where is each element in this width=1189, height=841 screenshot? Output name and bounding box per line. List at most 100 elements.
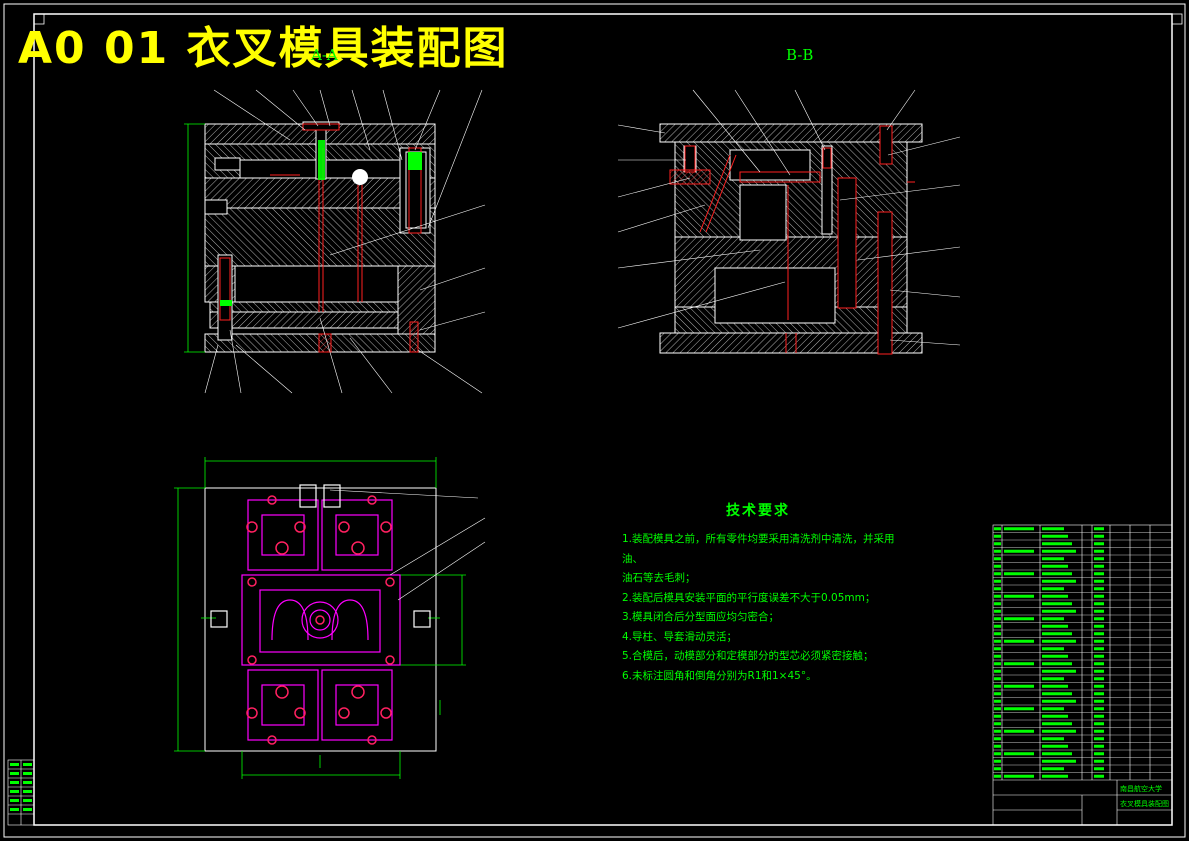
parts-list-text-mark xyxy=(1094,639,1104,643)
parts-list-text-mark xyxy=(1042,579,1076,583)
parts-list-text-mark xyxy=(994,684,1001,688)
parts-list-text-mark xyxy=(1042,609,1076,613)
parts-list-text-mark xyxy=(1094,669,1104,673)
parts-list-text-mark xyxy=(994,609,1001,613)
parts-list-text-mark xyxy=(1042,639,1076,643)
parts-list-text-mark xyxy=(1042,677,1064,681)
parts-list-text-mark xyxy=(1042,534,1068,538)
assembly-drawing xyxy=(3,3,1186,838)
parts-list-text-mark xyxy=(994,572,1001,576)
drawing-title: A0 01 衣叉模具装配图 xyxy=(18,23,509,74)
parts-list-text-mark xyxy=(1042,714,1068,718)
parts-list-text-mark xyxy=(994,707,1001,711)
parts-list-text-mark xyxy=(1042,549,1076,553)
parts-list-text-mark xyxy=(994,587,1001,591)
parts-list-text-mark xyxy=(1004,527,1034,531)
parts-list-text-mark xyxy=(1094,594,1104,598)
parts-list-text-mark xyxy=(1042,767,1064,771)
parts-list-text-mark xyxy=(994,617,1001,621)
parts-list-text-mark xyxy=(1042,662,1072,666)
parts-list-text-mark xyxy=(994,759,1001,763)
section-aa-label: A-A xyxy=(311,46,338,64)
parts-list-text-mark xyxy=(994,639,1001,643)
parts-list-text-mark xyxy=(1042,707,1064,711)
parts-list-text-mark xyxy=(994,714,1001,718)
parts-list-text-mark xyxy=(1004,639,1034,643)
parts-list-text-mark xyxy=(1042,692,1072,696)
parts-list-text-mark xyxy=(1042,527,1064,531)
parts-list-text-mark xyxy=(1094,774,1104,778)
parts-list-text-mark xyxy=(1094,707,1104,711)
title-block-university: 南昌航空大学 xyxy=(1120,785,1162,793)
parts-list-text-mark xyxy=(1094,564,1104,568)
parts-list-text-mark xyxy=(994,767,1001,771)
parts-list-text-mark xyxy=(1042,669,1076,673)
parts-list-text-mark xyxy=(1094,624,1104,628)
parts-list-text-mark xyxy=(1094,744,1104,748)
requirement-item: 5.合模后，动模部分和定模部分的型芯必须紧密接触； xyxy=(622,650,874,662)
parts-list-text-mark xyxy=(994,594,1001,598)
parts-list-text-mark xyxy=(1094,617,1104,621)
parts-list-text-mark xyxy=(994,542,1001,546)
parts-list-text-mark xyxy=(1094,692,1104,696)
parts-list-text-mark xyxy=(1042,722,1072,726)
parts-list-text-mark xyxy=(994,557,1001,561)
plan-view xyxy=(174,457,486,779)
parts-list-text-mark xyxy=(994,549,1001,553)
parts-list-text-mark xyxy=(1042,542,1072,546)
parts-list-text-mark xyxy=(1004,594,1034,598)
parts-list-text-mark xyxy=(1094,677,1104,681)
parts-list-text-mark xyxy=(1094,684,1104,688)
parts-list-text-mark xyxy=(1042,647,1064,651)
parts-list-text-mark xyxy=(1094,557,1104,561)
parts-list-text-mark xyxy=(1042,617,1064,621)
parts-list-text-mark xyxy=(1094,632,1104,636)
parts-list-text-mark xyxy=(1094,579,1104,583)
parts-list-text-mark xyxy=(1004,617,1034,621)
requirement-item: 3.模具闭合后分型面应均匀密合； xyxy=(622,611,780,623)
parts-list-text-mark xyxy=(1094,542,1104,546)
technical-requirements-list: 1.装配模具之前，所有零件均要采用清洗剂中清洗，并采用油、 油石等去毛刺； 2.… xyxy=(622,530,902,686)
parts-list-text-mark xyxy=(1094,602,1104,606)
parts-list-text-mark xyxy=(1042,654,1068,658)
parts-list-text-mark xyxy=(1094,722,1104,726)
parts-list-text-mark xyxy=(1042,624,1068,628)
parts-list-text-mark xyxy=(1042,684,1068,688)
requirement-item: 2.装配后模具安装平面的平行度误差不大于0.05mm； xyxy=(622,591,876,604)
parts-list-text-mark xyxy=(994,579,1001,583)
parts-list-text-mark xyxy=(994,737,1001,741)
section-bb-label: B-B xyxy=(786,46,814,64)
parts-list-text-mark xyxy=(1042,572,1072,576)
parts-list-text-mark xyxy=(994,647,1001,651)
parts-list-text-mark xyxy=(994,669,1001,673)
parts-list-text-mark xyxy=(1094,572,1104,576)
parts-list-text-mark xyxy=(1042,632,1072,636)
parts-list-text-mark xyxy=(1094,654,1104,658)
parts-list-text-mark xyxy=(994,632,1001,636)
parts-list-text-mark xyxy=(994,534,1001,538)
parts-list-text-mark xyxy=(1004,549,1034,553)
parts-list-text-mark xyxy=(994,744,1001,748)
requirement-item: 1.装配模具之前，所有零件均要采用清洗剂中清洗，并采用油、 xyxy=(622,533,895,565)
parts-list-text-mark xyxy=(1094,767,1104,771)
parts-list-text-mark xyxy=(1094,729,1104,733)
parts-list-text-mark xyxy=(1004,774,1034,778)
parts-list-text-mark xyxy=(1094,714,1104,718)
parts-list-text-mark xyxy=(1094,699,1104,703)
parts-list-text-mark xyxy=(1004,707,1034,711)
parts-list-text-mark xyxy=(994,692,1001,696)
requirement-item: 油石等去毛刺； xyxy=(622,572,696,584)
parts-list-text-mark xyxy=(1004,684,1034,688)
parts-list-text-mark xyxy=(1042,737,1064,741)
parts-list-text-mark xyxy=(1042,752,1072,756)
drawing-frame xyxy=(3,3,1186,838)
parts-list-text-mark xyxy=(994,662,1001,666)
parts-list-rows xyxy=(993,532,1172,773)
parts-list-text-mark xyxy=(994,774,1001,778)
parts-list-text-mark xyxy=(1042,564,1068,568)
section-aa-dimension xyxy=(184,123,205,353)
parts-list-text-mark xyxy=(1042,602,1072,606)
requirement-item: 6.未标注圆角和倒角分别为R1和1×45°。 xyxy=(622,669,817,682)
parts-list-text-mark xyxy=(1042,729,1076,733)
parts-list-text-mark xyxy=(1094,737,1104,741)
